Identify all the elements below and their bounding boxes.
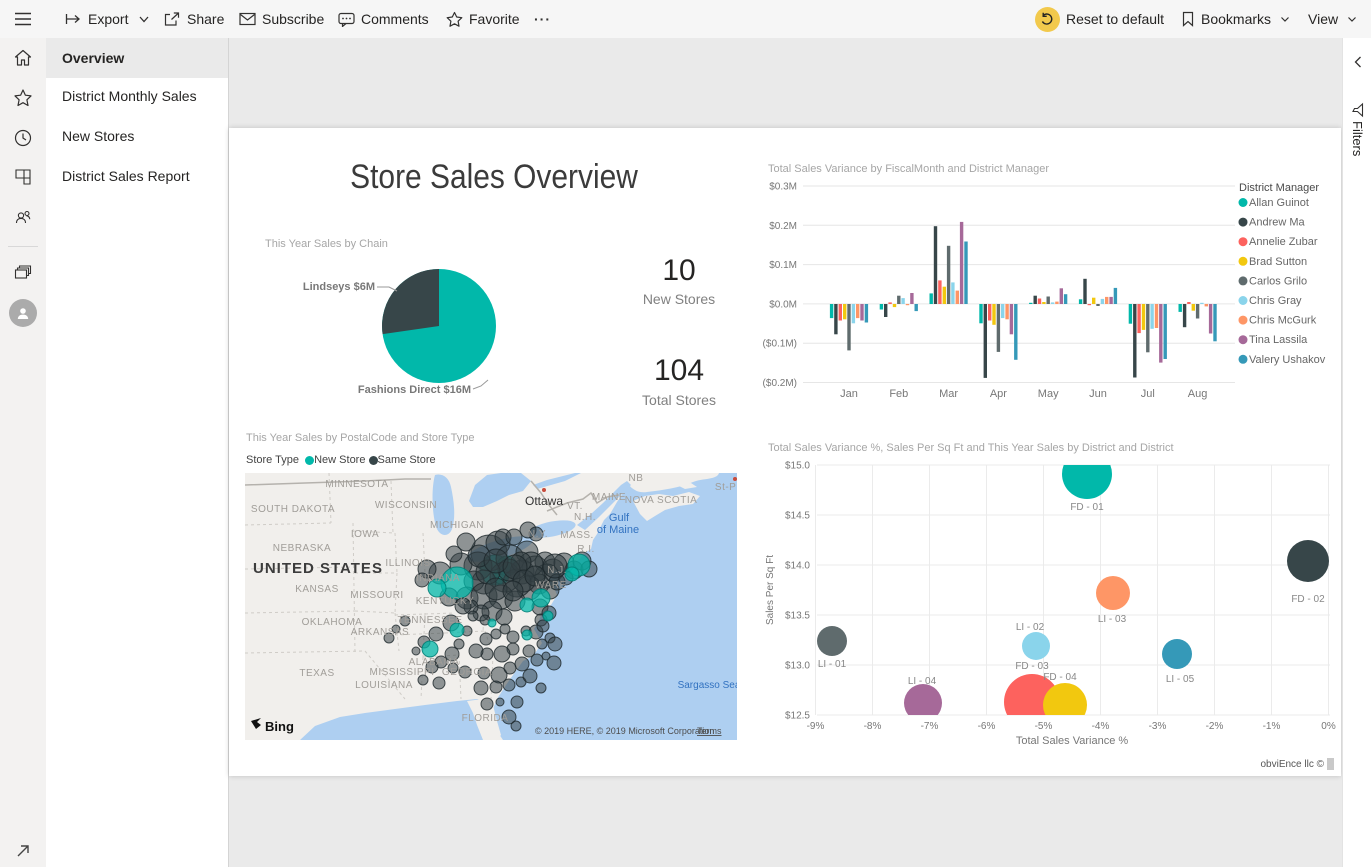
svg-text:N.H.: N.H.	[574, 512, 596, 523]
svg-text:MICHIGAN: MICHIGAN	[430, 520, 484, 531]
svg-text:MASS.: MASS.	[560, 530, 594, 541]
svg-text:WARE: WARE	[535, 580, 567, 591]
svg-text:Chris Gray: Chris Gray	[1249, 295, 1302, 307]
svg-text:INDIANA: INDIANA	[416, 573, 460, 584]
svg-text:($0.2M): ($0.2M)	[763, 378, 797, 389]
svg-text:$0.1M: $0.1M	[769, 260, 797, 271]
svg-text:N.Y.: N.Y.	[528, 529, 548, 540]
svg-text:MAINE: MAINE	[592, 492, 626, 503]
svg-text:St-Pi: St-Pi	[715, 482, 737, 493]
svg-text:Brad Sutton: Brad Sutton	[1249, 256, 1307, 268]
svg-text:District Manager: District Manager	[1239, 182, 1319, 194]
svg-text:Carlos Grilo: Carlos Grilo	[1249, 275, 1307, 287]
svg-text:-9%: -9%	[807, 721, 825, 732]
svg-text:Sargasso Sea: Sargasso Sea	[678, 680, 737, 691]
svg-text:$0.3M: $0.3M	[769, 182, 797, 193]
svg-text:Total Sales Variance by Fiscal: Total Sales Variance by FiscalMonth and …	[768, 163, 1049, 175]
svg-text:MISSISSIPPI: MISSISSIPPI	[370, 667, 435, 678]
svg-text:FD - 01: FD - 01	[1070, 502, 1104, 513]
svg-text:Tina Lassila: Tina Lassila	[1249, 334, 1308, 346]
svg-text:GEORGIA: GEORGIA	[442, 667, 492, 678]
svg-text:ARKANSAS: ARKANSAS	[351, 627, 409, 638]
svg-text:FD - 03: FD - 03	[1015, 661, 1049, 672]
svg-text:This Year Sales by Chain: This Year Sales by Chain	[265, 238, 388, 250]
svg-text:N.J.: N.J.	[547, 565, 567, 576]
svg-text:Feb: Feb	[889, 388, 908, 400]
svg-text:Terms: Terms	[697, 726, 722, 736]
svg-text:Gulf: Gulf	[609, 512, 630, 524]
svg-text:$13.0: $13.0	[785, 661, 810, 672]
svg-text:Apr: Apr	[990, 388, 1007, 400]
svg-text:$12.5: $12.5	[785, 711, 810, 722]
svg-text:LOUISIANA: LOUISIANA	[355, 680, 413, 691]
svg-text:Annelie Zubar: Annelie Zubar	[1249, 236, 1318, 248]
svg-text:-2%: -2%	[1206, 721, 1224, 732]
svg-text:R.I.: R.I.	[577, 544, 595, 555]
svg-text:-6%: -6%	[978, 721, 996, 732]
svg-text:Total Sales Variance %, Sales: Total Sales Variance %, Sales Per Sq Ft …	[768, 442, 1174, 454]
svg-text:TENNESSEE: TENNESSEE	[397, 615, 462, 626]
svg-text:-7%: -7%	[921, 721, 939, 732]
svg-text:LI - 02: LI - 02	[1016, 622, 1045, 633]
svg-text:MISSOURI: MISSOURI	[350, 590, 403, 601]
svg-text:UNITED STATES: UNITED STATES	[253, 560, 383, 577]
svg-text:Mar: Mar	[939, 388, 958, 400]
svg-text:© 2019 HERE, © 2019 Microsoft: © 2019 HERE, © 2019 Microsoft Corporatio…	[535, 726, 714, 736]
svg-text:Valery Ushakov: Valery Ushakov	[1249, 354, 1326, 366]
svg-text:Allan Guinot: Allan Guinot	[1249, 197, 1309, 209]
svg-text:$13.5: $13.5	[785, 611, 810, 622]
svg-text:WISCONSIN: WISCONSIN	[375, 500, 437, 511]
svg-text:Jan: Jan	[840, 388, 858, 400]
svg-text:LI - 04: LI - 04	[908, 676, 937, 687]
svg-text:0%: 0%	[1321, 721, 1336, 732]
svg-text:Total Sales Variance %: Total Sales Variance %	[1016, 735, 1129, 747]
svg-text:TEXAS: TEXAS	[299, 668, 334, 679]
svg-text:LI - 03: LI - 03	[1098, 614, 1127, 625]
svg-text:Chris McGurk: Chris McGurk	[1249, 315, 1317, 327]
svg-text:-3%: -3%	[1149, 721, 1167, 732]
svg-text:$0.2M: $0.2M	[769, 221, 797, 232]
svg-text:Andrew Ma: Andrew Ma	[1249, 217, 1306, 229]
svg-text:$14.0: $14.0	[785, 561, 810, 572]
svg-text:$15.0: $15.0	[785, 461, 810, 472]
svg-text:of Maine: of Maine	[597, 524, 639, 536]
svg-text:-8%: -8%	[864, 721, 882, 732]
svg-text:Bing: Bing	[265, 719, 294, 734]
svg-text:$0.0M: $0.0M	[769, 299, 797, 310]
svg-text:ILLINOIS: ILLINOIS	[385, 558, 430, 569]
svg-text:-1%: -1%	[1263, 721, 1281, 732]
svg-text:Aug: Aug	[1188, 388, 1208, 400]
svg-text:LI - 05: LI - 05	[1166, 674, 1195, 685]
svg-text:NEBRASKA: NEBRASKA	[273, 543, 331, 554]
svg-text:Jul: Jul	[1141, 388, 1155, 400]
svg-text:Fashions Direct $16M: Fashions Direct $16M	[358, 384, 471, 396]
svg-text:May: May	[1038, 388, 1059, 400]
svg-text:SOUTH DAKOTA: SOUTH DAKOTA	[251, 504, 335, 515]
svg-text:FD - 04: FD - 04	[1043, 672, 1077, 683]
svg-text:NB: NB	[629, 473, 644, 484]
svg-text:LI - 01: LI - 01	[818, 659, 847, 670]
svg-text:-5%: -5%	[1035, 721, 1053, 732]
svg-text:Lindseys $6M: Lindseys $6M	[303, 281, 375, 293]
svg-text:KANSAS: KANSAS	[295, 584, 339, 595]
svg-text:IOWA: IOWA	[351, 529, 379, 540]
svg-text:MINNESOTA: MINNESOTA	[325, 479, 388, 490]
svg-text:Jun: Jun	[1089, 388, 1107, 400]
svg-text:Sales Per Sq Ft: Sales Per Sq Ft	[765, 555, 776, 625]
svg-text:-4%: -4%	[1092, 721, 1110, 732]
svg-text:FLORIDA: FLORIDA	[462, 713, 509, 724]
svg-text:($0.1M): ($0.1M)	[763, 339, 797, 350]
svg-text:KENTUCKY: KENTUCKY	[416, 596, 474, 607]
svg-text:$14.5: $14.5	[785, 511, 810, 522]
svg-text:FD - 02: FD - 02	[1291, 594, 1325, 605]
svg-text:VT.: VT.	[567, 501, 583, 512]
svg-text:Ottawa: Ottawa	[525, 494, 563, 508]
svg-text:NOVA SCOTIA: NOVA SCOTIA	[625, 495, 698, 506]
